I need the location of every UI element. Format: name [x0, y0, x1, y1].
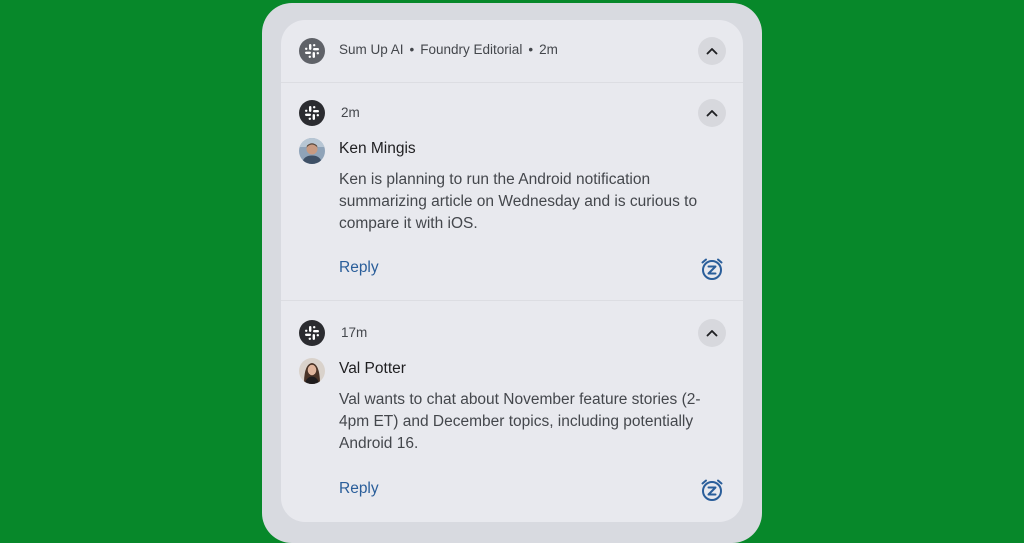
chevron-up-icon — [706, 330, 718, 337]
reply-button[interactable]: Reply — [339, 480, 379, 498]
slack-icon — [299, 320, 325, 346]
separator: • — [409, 42, 415, 57]
message-text: Val wants to chat about November feature… — [339, 391, 701, 452]
divider — [281, 300, 743, 301]
group-header: Sum Up AI • Foundry Editorial • 2m — [339, 42, 558, 57]
avatar — [299, 358, 325, 384]
notification-time: 2m — [341, 105, 360, 120]
avatar — [299, 138, 325, 164]
divider — [281, 82, 743, 83]
notification-group: Sum Up AI • Foundry Editorial • 2m 2m Ke… — [281, 20, 743, 522]
sender-name: Val Potter — [339, 360, 406, 377]
message-text: Ken is planning to run the Android notif… — [339, 171, 698, 232]
collapse-notification-button[interactable] — [698, 99, 726, 127]
sender-name: Ken Mingis — [339, 140, 416, 157]
collapse-notification-button[interactable] — [698, 319, 726, 347]
group-time: 2m — [539, 42, 558, 57]
chevron-up-icon — [706, 48, 718, 55]
slack-icon — [299, 38, 325, 64]
snooze-icon[interactable] — [699, 477, 725, 503]
app-name: Sum Up AI — [339, 42, 404, 57]
snooze-icon[interactable] — [699, 256, 725, 282]
separator: • — [528, 42, 534, 57]
slack-icon — [299, 100, 325, 126]
chevron-up-icon — [706, 110, 718, 117]
channel-name: Foundry Editorial — [420, 42, 523, 57]
collapse-group-button[interactable] — [698, 37, 726, 65]
notification-time: 17m — [341, 325, 368, 340]
reply-button[interactable]: Reply — [339, 259, 379, 277]
